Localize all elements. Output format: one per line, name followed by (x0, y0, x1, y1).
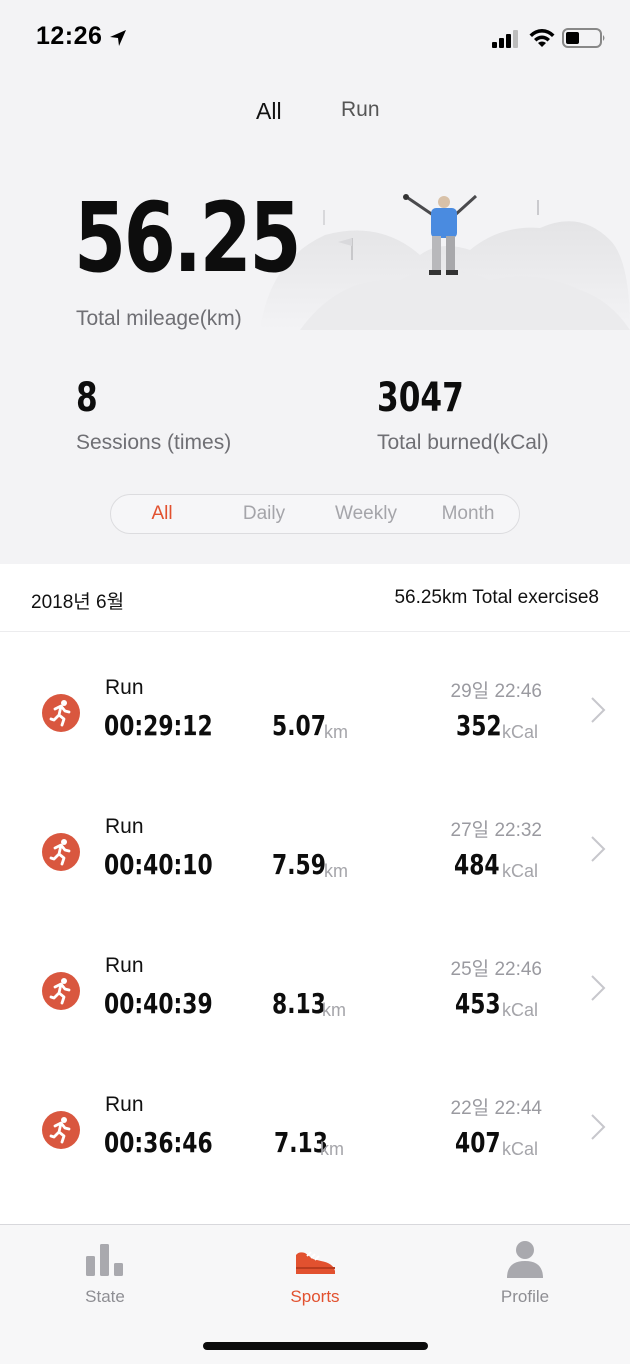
chevron-right-icon (591, 975, 606, 1001)
activity-distance: 7.59 km (272, 848, 348, 882)
activity-duration: 00:29:12 (104, 709, 213, 742)
activity-type: Run (105, 815, 144, 838)
kcal-unit: kCal (502, 722, 539, 742)
chevron-right-icon (591, 1114, 606, 1140)
activity-type: Run (105, 954, 144, 977)
total-burned-value: 3047 (377, 375, 464, 421)
activity-date: 29일 22:46 (450, 681, 542, 702)
activity-duration: 00:40:39 (104, 987, 213, 1020)
period-filter: All Daily Weekly Month (110, 494, 520, 534)
bar-chart-icon (86, 1244, 123, 1276)
distance-unit: km (324, 861, 348, 881)
month-summary: 56.25km Total exercise8 (394, 587, 599, 608)
distance-value: 5.07 (272, 709, 326, 742)
activity-date: 25일 22:46 (450, 959, 542, 980)
wifi-icon (529, 29, 555, 47)
kcal-value: 484 (454, 848, 500, 881)
tab-sports[interactable]: Sports (210, 1225, 420, 1325)
kcal-unit: kCal (502, 1139, 539, 1159)
tab-state[interactable]: State (0, 1225, 210, 1325)
kcal-unit: kCal (502, 861, 539, 881)
sessions-value: 8 (76, 375, 98, 421)
activity-row[interactable]: Run 00:40:39 8.13 km 453 kCal 25일 22:46 (0, 918, 630, 1057)
month-label: 2018년 6월 (31, 592, 125, 613)
activity-kcal: 484 kCal (454, 848, 538, 882)
sessions-label: Sessions (times) (76, 431, 232, 454)
run-icon (42, 972, 80, 1010)
activity-row[interactable]: Run 00:29:12 5.07 km 352 kCal 29일 22:46 (0, 640, 630, 779)
activity-kcal: 453 kCal (455, 987, 538, 1021)
tab-label: Sports (290, 1287, 340, 1306)
period-option-all[interactable]: All (111, 503, 213, 525)
tab-run[interactable]: Run (341, 98, 380, 122)
activity-duration: 00:40:10 (104, 848, 213, 881)
signal-icon (492, 30, 518, 48)
activity-type: Run (105, 676, 144, 699)
distance-unit: km (320, 1139, 344, 1159)
person-icon (507, 1241, 543, 1278)
status-time: 12:26 (36, 22, 103, 50)
tab-label: Profile (500, 1287, 550, 1306)
month-header: 2018년 6월 56.25km Total exercise8 (0, 564, 630, 632)
activity-kcal: 407 kCal (455, 1126, 538, 1160)
period-option-month[interactable]: Month (417, 503, 519, 525)
tab-label: State (85, 1287, 125, 1306)
chevron-right-icon (591, 697, 606, 723)
activity-distance: 8.13 km (272, 987, 346, 1021)
kcal-value: 453 (455, 987, 501, 1020)
tab-profile[interactable]: Profile (420, 1225, 630, 1325)
kcal-value: 352 (456, 709, 502, 742)
distance-value: 7.59 (272, 848, 326, 881)
activity-distance: 7.13 km (274, 1129, 344, 1160)
activity-row[interactable]: Run 00:36:46 7.13 km 407 kCal 22일 22:44 (0, 1057, 630, 1196)
chevron-right-icon (591, 836, 606, 862)
activity-row[interactable]: Run 00:40:10 7.59 km 484 kCal 27일 22:32 (0, 779, 630, 918)
location-arrow-icon (110, 30, 126, 46)
sneaker-icon (296, 1251, 335, 1274)
run-icon (42, 833, 80, 871)
tab-all[interactable]: All (256, 98, 282, 125)
activity-distance: 5.07 km (272, 709, 348, 743)
period-option-weekly[interactable]: Weekly (315, 503, 417, 525)
activity-date: 27일 22:32 (450, 820, 542, 841)
activity-type: Run (105, 1093, 144, 1116)
distance-unit: km (324, 722, 348, 742)
distance-value: 8.13 (272, 987, 326, 1020)
kcal-unit: kCal (502, 1000, 539, 1020)
total-burned-label: Total burned(kCal) (377, 431, 549, 454)
run-icon (42, 694, 80, 732)
battery-icon (562, 28, 605, 48)
activity-date: 22일 22:44 (450, 1098, 542, 1119)
activity-duration: 00:36:46 (104, 1126, 213, 1159)
run-icon (42, 1111, 80, 1149)
home-indicator[interactable] (203, 1342, 428, 1350)
total-mileage-value: 56.25 (74, 182, 301, 294)
period-option-daily[interactable]: Daily (213, 503, 315, 525)
distance-unit: km (322, 1000, 346, 1020)
activity-kcal: 352 kCal (456, 709, 538, 743)
kcal-value: 407 (455, 1126, 501, 1159)
total-mileage-label: Total mileage(km) (76, 307, 242, 330)
